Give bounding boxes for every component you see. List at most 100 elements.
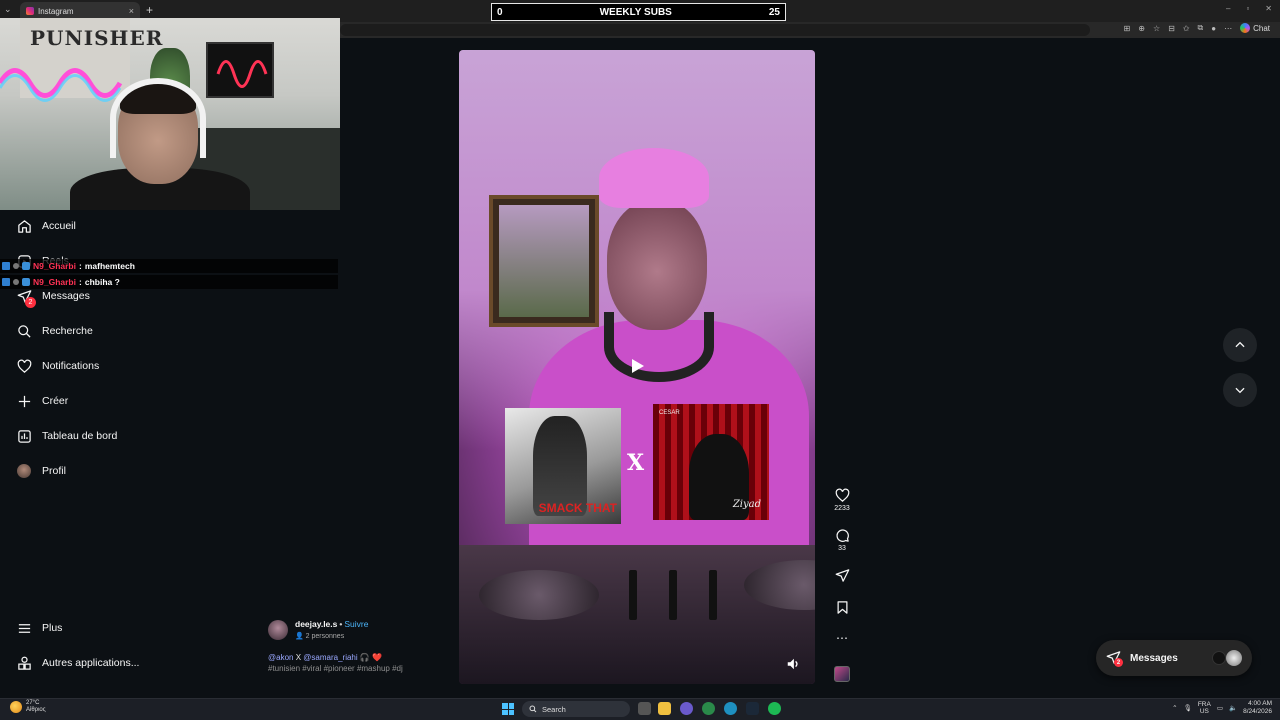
sidebar-item-messages[interactable]: 2 Messages <box>16 286 90 308</box>
neon-light-decoration <box>0 68 123 102</box>
microphone-icon[interactable]: 🎙 <box>1184 704 1192 712</box>
start-button[interactable] <box>502 703 514 715</box>
previous-reel-button[interactable] <box>1223 328 1257 362</box>
more-options-button[interactable]: ⋯ <box>830 632 854 644</box>
sidebar-item-plus[interactable]: Plus <box>16 618 62 638</box>
separator: • <box>339 619 343 629</box>
next-reel-button[interactable] <box>1223 373 1257 407</box>
profile-avatar[interactable]: ● <box>1211 24 1216 33</box>
sidebar-item-profil[interactable]: Profil <box>16 461 66 481</box>
close-window-icon[interactable]: ✕ <box>1265 4 1272 13</box>
weather-widget[interactable]: 27°C Αίθριος <box>10 700 46 714</box>
clock[interactable]: 4:00 AM 8/24/2026 <box>1243 700 1272 716</box>
collections-icon[interactable]: ⧉ <box>1198 23 1204 33</box>
minimize-icon[interactable]: – <box>1226 4 1230 13</box>
chat-label: Chat <box>1253 23 1270 33</box>
caption-mention[interactable]: @akon <box>268 653 293 662</box>
sidebar-item-notifications[interactable]: Notifications <box>16 356 99 376</box>
post-hashtags[interactable]: #tunisien #viral #pioneer #mashup #dj <box>268 664 403 673</box>
album-cover-right: CESAR Ziyad <box>653 404 769 520</box>
chat-username: N9_Gharbi <box>33 277 76 287</box>
extensions-icon[interactable]: ⊟ <box>1168 24 1175 33</box>
messages-icon: 2 <box>16 288 36 308</box>
sidebar-item-accueil[interactable]: Accueil <box>16 216 76 236</box>
sidebar-item-label: Profil <box>42 465 66 477</box>
play-icon[interactable] <box>629 358 645 374</box>
share-button[interactable] <box>830 568 854 583</box>
tab-menu-icon[interactable]: ⌄ <box>4 4 12 15</box>
person-icon: 👤 <box>295 633 304 640</box>
heart-icon <box>835 488 849 502</box>
steam-icon[interactable] <box>746 702 759 715</box>
sidebar-item-label: Notifications <box>42 360 100 372</box>
dj-cap <box>599 148 709 208</box>
comment-button[interactable]: 33 <box>830 528 854 552</box>
tab-close-icon[interactable]: × <box>129 6 134 16</box>
search-placeholder: Search <box>542 704 566 714</box>
language-code: FRA <box>1197 701 1211 708</box>
album-title: SMACK THAT <box>538 501 617 515</box>
screen: ⌄ Instagram × + – ▫ ✕ ⊞ ⊕ ☆ ⊟ ✩ ⧉ ● ⋯ Ch… <box>0 0 1280 720</box>
platform-icon <box>2 278 10 286</box>
file-explorer-icon[interactable] <box>658 702 671 715</box>
sidebar-item-label: Recherche <box>42 325 93 337</box>
edge-icon[interactable] <box>724 702 737 715</box>
post-username[interactable]: deejay.le.s <box>295 619 337 629</box>
follow-button[interactable]: Suivre <box>344 619 368 629</box>
messages-badge: 2 <box>25 297 36 308</box>
people-count: 2 personnes <box>305 633 345 640</box>
taskbar-search[interactable]: Search <box>522 701 630 717</box>
discord-icon[interactable] <box>680 702 693 715</box>
favorites-icon[interactable]: ✩ <box>1183 24 1190 33</box>
chat-text: chbiha ? <box>84 277 120 287</box>
sidebar-item-creer[interactable]: Créer <box>16 391 68 411</box>
dj-headphones <box>604 312 714 382</box>
sidebar-item-label: Autres applications... <box>42 657 140 669</box>
tab-title: Instagram <box>38 6 74 16</box>
caption-mention[interactable]: @samara_riahi <box>303 653 357 662</box>
xbox-icon[interactable] <box>702 702 715 715</box>
post-author: deejay.le.s • Suivre <box>295 619 368 629</box>
address-bar[interactable] <box>340 24 1090 36</box>
network-icon[interactable]: ▭ <box>1217 704 1223 712</box>
chat-message: N9_Gharbi : chbiha ? <box>0 275 338 289</box>
star-icon[interactable]: ☆ <box>1153 24 1160 33</box>
apps-icon[interactable]: ⊞ <box>1124 24 1131 33</box>
weekly-subs-bar: 0 WEEKLY SUBS 25 <box>491 3 786 21</box>
sidebar-item-label: Créer <box>42 395 69 407</box>
search-icon <box>529 705 537 713</box>
chat-username: N9_Gharbi <box>33 261 76 271</box>
maximize-icon[interactable]: ▫ <box>1246 4 1249 13</box>
language-indicator[interactable]: FRA US <box>1198 701 1211 715</box>
task-view-icon[interactable] <box>638 702 651 715</box>
caption-emoji: 🎧 ❤️ <box>359 653 383 662</box>
weather-sun-icon <box>10 701 22 713</box>
avatar <box>17 464 31 478</box>
toolbar-icons: ⊞ ⊕ ☆ ⊟ ✩ ⧉ ● ⋯ Chat <box>1124 23 1270 33</box>
volume-icon[interactable] <box>786 657 800 671</box>
comment-icon <box>835 529 849 542</box>
new-tab-button[interactable]: + <box>146 3 153 17</box>
more-icon[interactable]: ⋯ <box>1224 24 1232 33</box>
instagram-favicon-icon <box>26 7 34 15</box>
copilot-chat-button[interactable]: Chat <box>1240 23 1270 33</box>
audio-thumbnail[interactable] <box>834 666 850 682</box>
plus-icon <box>16 393 32 409</box>
subs-goal: 25 <box>768 6 780 18</box>
zoom-icon[interactable]: ⊕ <box>1138 24 1145 33</box>
sidebar-item-tableau-de-bord[interactable]: Tableau de bord <box>16 426 117 446</box>
sidebar-item-autres-applications[interactable]: Autres applications... <box>16 653 139 673</box>
save-button[interactable] <box>830 600 854 615</box>
like-button[interactable]: 2233 <box>830 488 854 512</box>
copilot-icon <box>1240 23 1251 33</box>
weather-condition: Αίθριος <box>26 707 46 713</box>
reel-video[interactable]: SMACK THAT X CESAR Ziyad <box>459 50 815 684</box>
heart-icon <box>16 358 32 374</box>
chevron-up-icon[interactable]: ⌃ <box>1172 704 1177 712</box>
volume-icon[interactable]: 🔈 <box>1229 704 1237 712</box>
sidebar-item-recherche[interactable]: Recherche <box>16 321 93 341</box>
menu-icon <box>16 620 32 636</box>
tagged-people[interactable]: 👤 2 personnes <box>295 632 344 640</box>
post-author-avatar[interactable] <box>268 620 288 640</box>
spotify-icon[interactable] <box>768 702 781 715</box>
